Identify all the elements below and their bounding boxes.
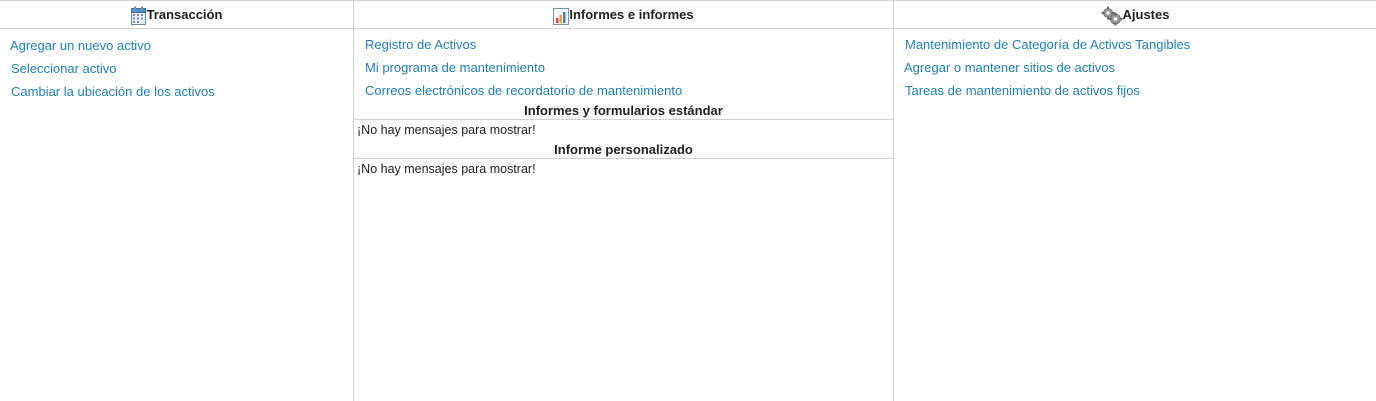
transaction-title: Transacción <box>146 7 223 22</box>
reports-links: Registro de Activos Mi programa de mante… <box>354 29 893 102</box>
custom-report-empty-message: ¡No hay mensajes para mostrar! <box>357 162 536 176</box>
change-asset-location-link[interactable]: Cambiar la ubicación de los activos <box>0 80 353 103</box>
gears-icon <box>1101 6 1123 25</box>
transaction-links: Agregar un nuevo activo Seleccionar acti… <box>0 29 353 103</box>
reports-title: Informes e informes <box>569 7 694 22</box>
standard-reports-heading: Informes y formularios estándar <box>354 102 893 120</box>
custom-report-heading: Informe personalizado <box>354 141 893 159</box>
add-new-asset-link[interactable]: Agregar un nuevo activo <box>0 34 353 57</box>
my-maintenance-schedule-link[interactable]: Mi programa de mantenimiento <box>354 56 893 79</box>
add-maintain-asset-sites-link[interactable]: Agregar o mantener sitios de activos <box>894 56 1376 79</box>
settings-links: Mantenimiento de Categoría de Activos Ta… <box>894 29 1376 102</box>
tangible-asset-category-maintenance-link[interactable]: Mantenimiento de Categoría de Activos Ta… <box>894 33 1376 56</box>
select-asset-link[interactable]: Seleccionar activo <box>0 57 353 80</box>
standard-reports-empty-message: ¡No hay mensajes para mostrar! <box>357 123 536 137</box>
dashboard-grid: Transacción Agregar un nuevo activo Sele… <box>0 0 1376 401</box>
reports-header: Informes e informes <box>354 1 893 29</box>
settings-title: Ajustes <box>1122 7 1170 22</box>
calendar-icon <box>130 6 147 25</box>
transaction-header: Transacción <box>0 1 353 29</box>
maintenance-reminder-emails-link[interactable]: Correos electrónicos de recordatorio de … <box>354 79 893 102</box>
reports-panel: Informes e informes Registro de Activos … <box>354 1 894 401</box>
settings-panel: Ajustes Mantenimiento de Categoría de Ac… <box>894 1 1376 401</box>
settings-header: Ajustes <box>894 1 1376 29</box>
transaction-panel: Transacción Agregar un nuevo activo Sele… <box>0 1 354 401</box>
fixed-asset-maintenance-tasks-link[interactable]: Tareas de mantenimiento de activos fijos <box>894 79 1376 102</box>
chart-icon <box>553 6 570 25</box>
asset-register-link[interactable]: Registro de Activos <box>354 33 893 56</box>
